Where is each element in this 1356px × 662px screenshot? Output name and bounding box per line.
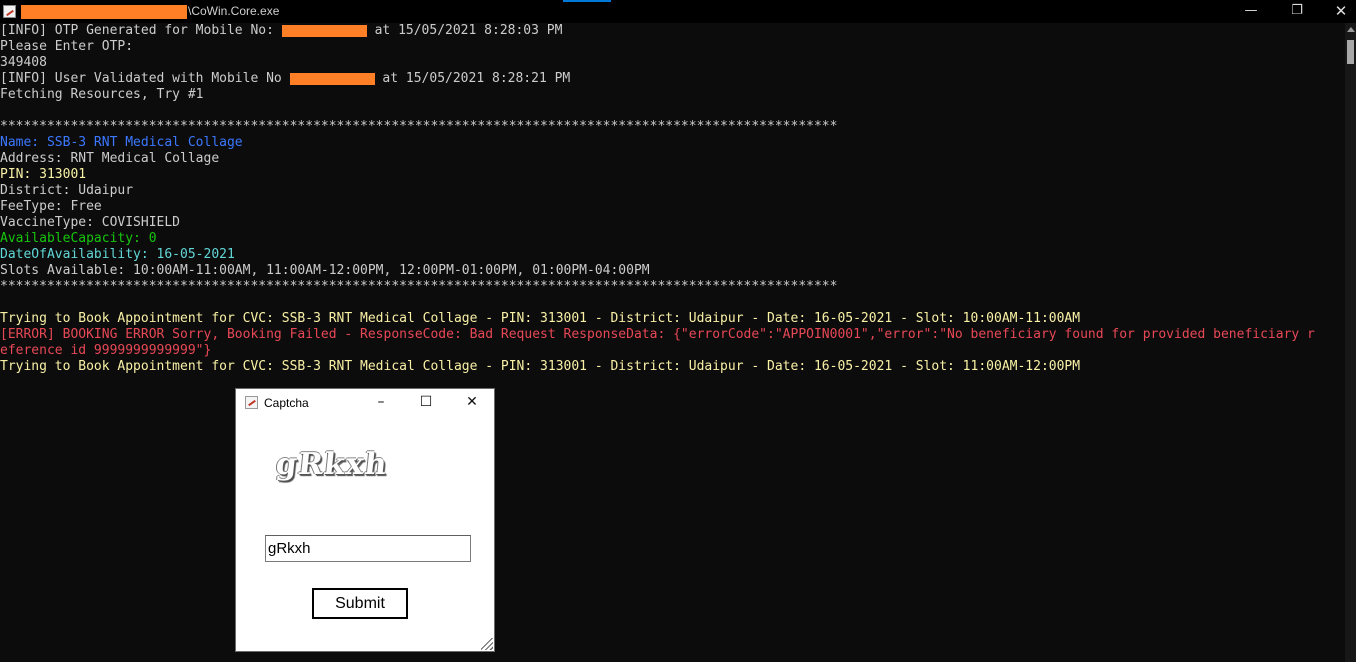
captcha-dialog-title: Captcha xyxy=(264,396,309,410)
console-line: 349408 xyxy=(0,55,1345,71)
close-icon: ✕ xyxy=(1334,2,1348,20)
console-text: at 15/05/2021 8:28:21 PM xyxy=(374,71,571,86)
console-output[interactable]: [INFO] OTP Generated for Mobile No: at 1… xyxy=(0,23,1345,662)
dialog-minimize-button[interactable]: – xyxy=(358,389,404,417)
captcha-dialog-title-bar: Captcha – ☐ ✕ xyxy=(236,389,494,417)
console-text: [INFO] User Validated with Mobile No xyxy=(0,71,290,86)
console-line: District: Udaipur xyxy=(0,183,1345,199)
restore-icon: ❐ xyxy=(1291,3,1303,18)
console-line: [INFO] OTP Generated for Mobile No: at 1… xyxy=(0,23,1345,39)
console-line: [INFO] User Validated with Mobile No at … xyxy=(0,71,1345,87)
restore-button[interactable]: ❐ xyxy=(1274,0,1320,23)
captcha-input[interactable] xyxy=(265,535,471,562)
console-text: Trying to Book Appointment for CVC: SSB-… xyxy=(0,311,1081,326)
console-line: AvailableCapacity: 0 xyxy=(0,231,1345,247)
minimize-icon: – xyxy=(377,394,385,410)
console-text: Fetching Resources, Try #1 xyxy=(0,87,204,102)
submit-button[interactable]: Submit xyxy=(312,588,408,619)
console-line: ****************************************… xyxy=(0,279,1345,295)
console-text: AvailableCapacity: 0 xyxy=(0,231,157,246)
console-text: [INFO] OTP Generated for Mobile No: xyxy=(0,23,282,38)
minimize-icon: — xyxy=(1244,3,1258,18)
redacted-path xyxy=(21,5,187,19)
console-text: District: Udaipur xyxy=(0,183,134,198)
console-line: Slots Available: 10:00AM-11:00AM, 11:00A… xyxy=(0,263,1345,279)
console-line: VaccineType: COVISHIELD xyxy=(0,215,1345,231)
captcha-dialog: Captcha – ☐ ✕ gRkxh Submit xyxy=(235,388,495,652)
console-line: FeeType: Free xyxy=(0,199,1345,215)
console-scrollbar[interactable] xyxy=(1345,23,1356,662)
console-text: Trying to Book Appointment for CVC: SSB-… xyxy=(0,359,1081,374)
console-line: PIN: 313001 xyxy=(0,167,1345,183)
console-line: eference id 9999999999999"} xyxy=(0,343,1345,359)
console-text: [ERROR] BOOKING ERROR Sorry, Booking Fai… xyxy=(0,327,1315,342)
console-text: PIN: 313001 xyxy=(0,167,87,182)
dialog-app-icon xyxy=(245,396,258,409)
close-button[interactable]: ✕ xyxy=(1318,0,1356,23)
console-text: Address: RNT Medical Collage xyxy=(0,151,220,166)
console-app-icon xyxy=(3,5,16,18)
resize-grip-icon[interactable] xyxy=(481,638,493,650)
console-line: ****************************************… xyxy=(0,119,1345,135)
console-line: Name: SSB-3 RNT Medical Collage xyxy=(0,135,1345,151)
console-text: Name: SSB-3 RNT Medical Collage xyxy=(0,135,243,150)
captcha-image: gRkxh xyxy=(274,447,390,482)
maximize-icon: ☐ xyxy=(419,394,433,410)
console-text: FeeType: Free xyxy=(0,199,102,214)
redacted-mobile-number xyxy=(281,25,367,37)
console-text: ****************************************… xyxy=(0,279,838,294)
console-text: at 15/05/2021 8:28:03 PM xyxy=(366,23,563,38)
redacted-mobile-number xyxy=(289,73,375,85)
console-title-bar: \CoWin.Core.exe — ❐ ✕ xyxy=(0,0,1356,23)
console-line: DateOfAvailability: 16-05-2021 xyxy=(0,247,1345,263)
title-accent xyxy=(563,0,611,2)
console-line: Trying to Book Appointment for CVC: SSB-… xyxy=(0,311,1345,327)
dialog-close-button[interactable]: ✕ xyxy=(449,389,495,417)
console-text: DateOfAvailability: 16-05-2021 xyxy=(0,247,235,262)
console-line: [ERROR] BOOKING ERROR Sorry, Booking Fai… xyxy=(0,327,1345,343)
console-text: VaccineType: COVISHIELD xyxy=(0,215,181,230)
console-line: Fetching Resources, Try #1 xyxy=(0,87,1345,103)
minimize-button[interactable]: — xyxy=(1228,0,1274,23)
console-text: eference id 9999999999999"} xyxy=(0,343,212,358)
console-line: Please Enter OTP: xyxy=(0,39,1345,55)
console-text: ****************************************… xyxy=(0,119,838,134)
scroll-thumb[interactable] xyxy=(1347,40,1354,64)
scroll-up-arrow-icon[interactable] xyxy=(1347,27,1355,32)
console-line: Trying to Book Appointment for CVC: SSB-… xyxy=(0,359,1345,375)
console-text: Slots Available: 10:00AM-11:00AM, 11:00A… xyxy=(0,263,650,278)
window-title: \CoWin.Core.exe xyxy=(188,4,280,18)
close-icon: ✕ xyxy=(466,394,478,410)
console-text: Please Enter OTP: xyxy=(0,39,134,54)
console-line: Address: RNT Medical Collage xyxy=(0,151,1345,167)
console-text: 349408 xyxy=(0,55,47,70)
dialog-maximize-button[interactable]: ☐ xyxy=(403,389,449,417)
